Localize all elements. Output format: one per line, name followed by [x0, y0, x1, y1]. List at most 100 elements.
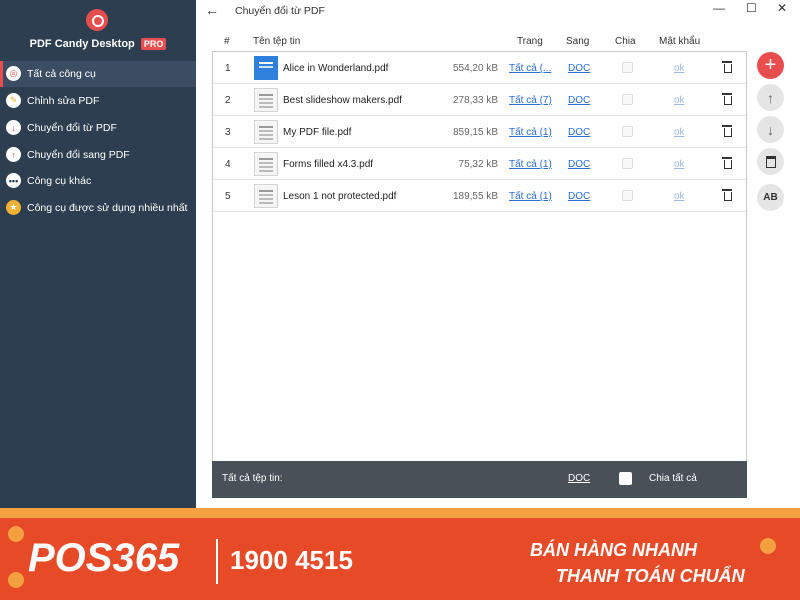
format-link[interactable]: DOC — [568, 63, 590, 74]
arrow-down-icon: ↓ — [767, 121, 774, 138]
sidebar-item-label: Chuyển đổi sang PDF — [27, 149, 130, 161]
back-arrow-icon[interactable]: ← — [205, 2, 219, 18]
close-icon[interactable]: ✕ — [777, 1, 787, 15]
pdf-thumbnail — [254, 152, 278, 176]
arrow-up-icon: ↑ — [6, 147, 21, 162]
star-icon: ★ — [6, 200, 21, 215]
pdf-candy-logo-icon — [86, 9, 108, 31]
password-link[interactable]: ok — [674, 95, 685, 106]
trash-icon[interactable] — [722, 156, 732, 170]
remove-all-button[interactable] — [757, 148, 784, 175]
file-name: Forms filled x4.3.pdf — [283, 159, 374, 170]
maximize-icon[interactable]: ☐ — [746, 1, 757, 15]
file-name: My PDF file.pdf — [283, 127, 352, 138]
file-name: Alice in Wonderland.pdf — [283, 63, 389, 74]
pdf-thumbnail — [254, 56, 278, 80]
column-header-filename: Tên tệp tin — [253, 36, 301, 47]
table-row: 4 Forms filled x4.3.pdf 75,32 kB Tất cả … — [213, 148, 746, 180]
table-row: 5 Leson 1 not protected.pdf 189,55 kB Tấ… — [213, 180, 746, 212]
sidebar-item-convert-from-pdf[interactable]: ↓ Chuyển đổi từ PDF — [0, 115, 196, 141]
pages-link[interactable]: Tất cả (1) — [509, 127, 552, 138]
sidebar-item-most-used[interactable]: ★ Công cụ được sử dụng nhiều nhất — [0, 195, 196, 221]
sidebar-item-other-tools[interactable]: ••• Công cụ khác — [0, 168, 196, 194]
pro-badge: PRO — [140, 38, 167, 50]
file-table: 1 Alice in Wonderland.pdf 554,20 kB Tất … — [212, 51, 747, 498]
move-down-button[interactable]: ↓ — [757, 116, 784, 143]
table-row: 3 My PDF file.pdf 859,15 kB Tất cả (1) D… — [213, 116, 746, 148]
sidebar-item-all-tools[interactable]: ◎ Tất cả công cụ — [0, 61, 196, 87]
password-link[interactable]: ok — [674, 127, 685, 138]
sidebar-item-label: Chỉnh sửa PDF — [27, 95, 100, 107]
table-footer: Tất cả tệp tin: DOC Chia tất cả — [212, 461, 747, 498]
app-name-label: PDF Candy Desktop — [29, 38, 135, 50]
file-name: Leson 1 not protected.pdf — [283, 191, 397, 202]
banner-divider — [216, 539, 218, 584]
edit-pen-icon: ✎ — [6, 93, 21, 108]
ad-banner: POS365 1900 4515 BÁN HÀNG NHANH THANH TO… — [0, 508, 800, 600]
sidebar-item-label: Chuyển đổi từ PDF — [27, 122, 117, 134]
format-link[interactable]: DOC — [568, 159, 590, 170]
row-number: 4 — [225, 159, 231, 170]
file-size: 859,15 kB — [452, 127, 498, 138]
file-name: Best slideshow makers.pdf — [283, 95, 402, 106]
pages-link[interactable]: Tất cả (1) — [509, 159, 552, 170]
column-header-number: # — [224, 36, 230, 47]
sidebar-item-label: Công cụ khác — [27, 175, 92, 187]
trash-icon[interactable] — [722, 188, 732, 202]
add-file-button[interactable]: + — [757, 52, 784, 79]
column-header-split: Chia — [615, 36, 636, 47]
pdf-thumbnail — [254, 88, 278, 112]
file-size: 189,55 kB — [452, 191, 498, 202]
password-link[interactable]: ok — [674, 191, 685, 202]
slogan-line-2: THANH TOÁN CHUẨN — [556, 566, 745, 586]
slogan-line-1: BÁN HÀNG NHANH — [530, 540, 697, 560]
pages-link[interactable]: Tất cả (7) — [509, 95, 552, 106]
minimize-icon[interactable]: — — [713, 1, 725, 15]
all-format-link[interactable]: DOC — [568, 473, 590, 484]
pos365-logo: POS365 — [28, 536, 180, 580]
row-number: 2 — [225, 95, 231, 106]
pdf-thumbnail — [254, 184, 278, 208]
split-all-checkbox[interactable] — [619, 472, 632, 485]
column-header-pages: Trang — [517, 36, 543, 47]
hotline-number: 1900 4515 — [230, 545, 353, 575]
password-link[interactable]: ok — [674, 159, 685, 170]
sidebar-item-edit-pdf[interactable]: ✎ Chỉnh sửa PDF — [0, 88, 196, 114]
spiral-icon: ◎ — [6, 66, 21, 81]
trash-icon[interactable] — [722, 60, 732, 74]
decorative-dot — [760, 538, 776, 554]
trash-icon — [765, 155, 776, 168]
sidebar-item-label: Tất cả công cụ — [27, 68, 96, 80]
more-dots-icon: ••• — [6, 173, 21, 188]
trash-icon[interactable] — [722, 92, 732, 106]
split-checkbox[interactable] — [622, 62, 633, 73]
split-checkbox[interactable] — [622, 94, 633, 105]
sidebar-item-convert-to-pdf[interactable]: ↑ Chuyển đổi sang PDF — [0, 142, 196, 168]
rename-button[interactable]: AB — [757, 184, 784, 211]
format-link[interactable]: DOC — [568, 95, 590, 106]
trash-icon[interactable] — [722, 124, 732, 138]
password-link[interactable]: ok — [674, 63, 685, 74]
pages-link[interactable]: Tất cả (... — [509, 63, 551, 74]
decorative-dot — [8, 526, 24, 542]
row-number: 1 — [225, 63, 231, 74]
rename-ab-icon: AB — [763, 192, 778, 203]
table-header: # Tên tệp tin Trang Sang Chia Mật khẩu — [212, 36, 747, 50]
arrow-up-icon: ↑ — [767, 89, 774, 106]
table-row: 2 Best slideshow makers.pdf 278,33 kB Tấ… — [213, 84, 746, 116]
arrow-down-icon: ↓ — [6, 120, 21, 135]
split-checkbox[interactable] — [622, 158, 633, 169]
pages-link[interactable]: Tất cả (1) — [509, 191, 552, 202]
plus-icon: + — [764, 54, 777, 76]
split-all-label: Chia tất cả — [649, 473, 697, 484]
all-files-label: Tất cả tệp tin: — [222, 473, 283, 484]
decorative-dot — [8, 572, 24, 588]
format-link[interactable]: DOC — [568, 191, 590, 202]
format-link[interactable]: DOC — [568, 127, 590, 138]
split-checkbox[interactable] — [622, 126, 633, 137]
file-size: 278,33 kB — [452, 95, 498, 106]
sidebar-item-label: Công cụ được sử dụng nhiều nhất — [27, 202, 188, 214]
move-up-button[interactable]: ↑ — [757, 84, 784, 111]
app-name: PDF Candy Desktop PRO — [0, 38, 196, 50]
split-checkbox[interactable] — [622, 190, 633, 201]
